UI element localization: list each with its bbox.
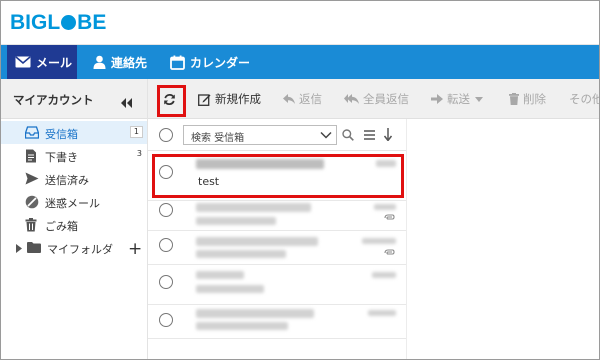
compose-icon [198,93,211,106]
message-checkbox[interactable] [159,238,173,252]
message-checkbox[interactable] [159,313,173,327]
reply-button[interactable]: 返信 [283,91,322,107]
folder-sidebar: マイアカウント 受信箱 1 下書き 3 送信済み 迷惑メール ごみ箱 マイフォル… [1,79,148,359]
menu-icon[interactable] [364,130,375,140]
biglobe-logo[interactable]: BIGL BE [10,11,106,35]
message-row[interactable] [148,305,406,339]
select-all-checkbox[interactable] [159,128,173,142]
folder-trash-label: ごみ箱 [45,220,78,233]
collapse-sidebar-icon[interactable] [121,93,133,112]
account-title: マイアカウント [13,93,94,107]
forward-button[interactable]: 転送 [431,91,483,107]
nav-calendar-label: カレンダー [190,55,251,70]
refresh-highlight-box [157,85,186,117]
folder-spam-label: 迷惑メール [45,197,100,210]
search-icon[interactable] [342,129,354,141]
folder-sent[interactable]: 送信済み [1,167,147,190]
subject-redacted [196,250,286,258]
message-checkbox[interactable] [159,275,173,289]
reply-icon [283,93,295,104]
reading-pane [406,119,599,359]
folder-drafts-label: 下書き [45,151,78,164]
inbox-unread-count: 1 [129,126,143,138]
search-folder-select[interactable]: 検索 受信箱 [183,125,337,145]
date-redacted [362,238,396,244]
folder-trash[interactable]: ごみ箱 [1,213,147,236]
forward-arrow-icon [431,94,443,104]
trash-icon [25,218,39,232]
reply-all-icon [344,93,359,104]
message-row[interactable] [148,201,406,231]
delete-button[interactable]: 削除 [509,91,546,107]
sort-down-icon[interactable] [384,128,392,141]
sender-redacted [196,309,314,318]
folder-myfolder-label: マイフォルダ [47,243,113,256]
nav-contacts[interactable]: 連絡先 [93,45,147,79]
subject-redacted [196,217,276,225]
reply-all-label: 全員返信 [363,92,409,106]
folder-sent-label: 送信済み [45,174,89,187]
delete-label: 削除 [523,92,546,106]
more-label: その他 [569,92,599,106]
drafts-count: 3 [136,149,142,158]
subject-redacted [196,322,288,330]
new-message-button[interactable]: 新規作成 [198,91,261,107]
list-header: 検索 受信箱 [148,119,406,151]
chevron-down-icon [475,96,483,102]
folder-spam[interactable]: 迷惑メール [1,190,147,213]
folder-inbox[interactable]: 受信箱 1 [1,121,147,144]
logo-text-suffix: BE [77,11,107,34]
new-message-label: 新規作成 [215,92,261,106]
sender-redacted [196,237,318,246]
message-row[interactable] [148,231,406,265]
message-row[interactable] [148,265,406,305]
message-checkbox[interactable] [159,203,173,217]
inbox-icon [24,126,40,140]
nav-calendar[interactable]: カレンダー [170,45,250,79]
forward-label: 転送 [447,92,470,106]
logo-bar: BIGL BE [1,1,599,45]
folder-myfolder[interactable]: マイフォルダ [1,236,147,259]
attachment-icon [384,214,395,220]
trash-icon [509,93,519,105]
date-redacted [372,272,396,278]
sender-redacted [196,203,311,212]
chevron-down-icon [320,131,332,139]
person-icon [93,55,106,69]
reply-label: 返信 [299,92,322,106]
account-header: マイアカウント [1,79,147,119]
top-nav: メール 連絡先 カレンダー [1,45,599,79]
send-icon [25,172,39,186]
nav-mail-label: メール [36,55,73,70]
date-redacted [374,204,396,210]
logo-text-prefix: BIGL [10,11,61,34]
mail-icon [15,56,31,68]
folder-icon [27,242,41,256]
folder-inbox-label: 受信箱 [45,128,78,141]
date-redacted [368,310,396,316]
sender-redacted [196,271,244,279]
block-icon [25,195,39,209]
expand-caret-icon[interactable] [16,243,22,256]
folder-drafts[interactable]: 下書き 3 [1,144,147,167]
more-button[interactable]: その他 [569,91,599,107]
nav-contacts-label: 連絡先 [111,55,148,70]
reply-all-button[interactable]: 全員返信 [344,91,409,107]
search-scope-label: 検索 受信箱 [191,133,245,144]
logo-o-mark [61,15,77,30]
nav-mail[interactable]: メール [7,45,77,79]
subject-redacted [196,285,264,293]
attachment-icon [384,249,395,255]
document-icon [25,149,39,163]
mail-toolbar: 新規作成 返信 全員返信 転送 削除 その他 [148,79,599,119]
add-folder-button[interactable]: + [128,239,142,259]
calendar-icon [170,55,185,70]
app-window: BIGL BE メール 連絡先 カレンダー マイアカウント 受信箱 1 下書き … [0,0,600,360]
message-highlight-box [152,154,404,198]
